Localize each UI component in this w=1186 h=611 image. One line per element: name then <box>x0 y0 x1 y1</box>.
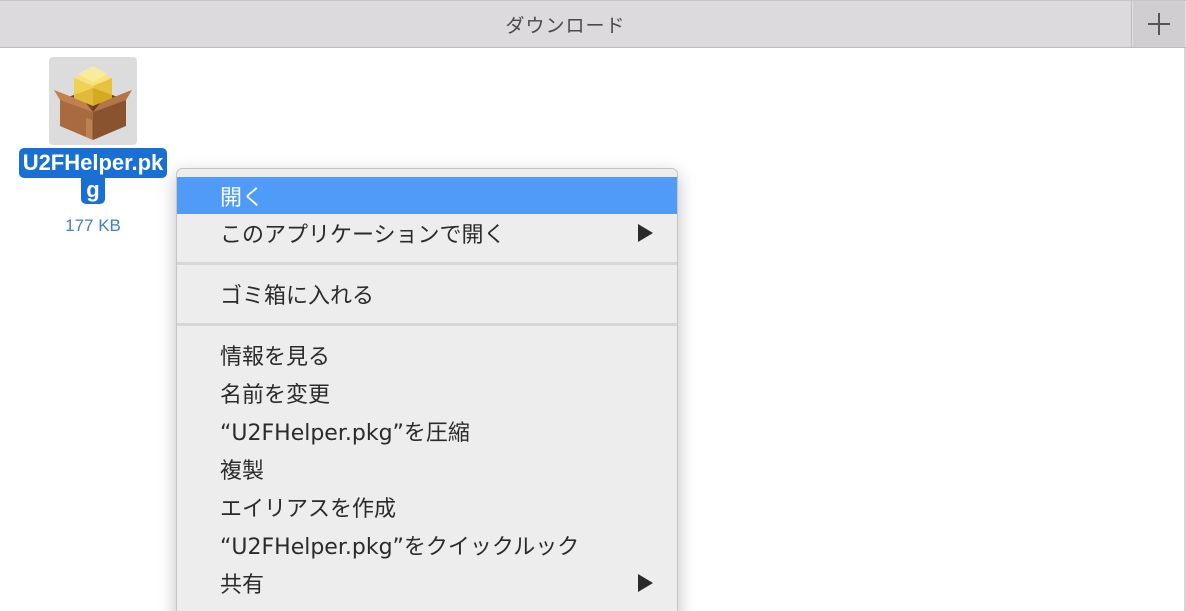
menu-separator <box>177 312 677 336</box>
menu-item-label: 共有 <box>220 573 265 598</box>
menu-item-label: このアプリケーションで開く <box>220 222 506 248</box>
menu-item-label: 名前を変更 <box>220 383 331 408</box>
file-name-line-2: g <box>81 176 105 204</box>
menu-item-label: “U2FHelper.pkg”を圧縮 <box>220 421 470 446</box>
submenu-arrow-icon <box>638 574 653 592</box>
context-menu: 開く このアプリケーションで開く ゴミ箱に入れる 情報を見る 名前を変更 “U2… <box>176 168 678 611</box>
menu-item-compress[interactable]: “U2FHelper.pkg”を圧縮 <box>177 412 677 450</box>
plus-icon <box>1148 13 1170 35</box>
submenu-arrow-icon <box>638 223 653 242</box>
tab-downloads[interactable]: ダウンロード <box>0 1 1132 47</box>
menu-item-move-to-trash[interactable]: ゴミ箱に入れる <box>177 275 677 312</box>
menu-item-get-info[interactable]: 情報を見る <box>177 336 677 374</box>
finder-window: ダウンロード U2FHelper.pk g 177 KB 開く このアプリケーシ… <box>0 0 1186 611</box>
menu-item-share[interactable]: 共有 <box>177 564 677 602</box>
menu-item-label: ゴミ箱に入れる <box>220 283 375 309</box>
file-icon-selection[interactable] <box>49 57 137 145</box>
menu-item-rename[interactable]: 名前を変更 <box>177 374 677 412</box>
menu-item-duplicate[interactable]: 複製 <box>177 450 677 488</box>
menu-item-label: エイリアスを作成 <box>220 497 397 522</box>
menu-item-open-with[interactable]: このアプリケーションで開く <box>177 214 677 251</box>
new-tab-button[interactable] <box>1133 1 1185 47</box>
menu-item-make-alias[interactable]: エイリアスを作成 <box>177 488 677 526</box>
menu-item-label: 開く <box>220 185 265 211</box>
file-name-line-1: U2FHelper.pk <box>18 148 168 178</box>
menu-item-label: “U2FHelper.pkg”をクイックルック <box>220 535 580 560</box>
package-icon <box>54 66 132 140</box>
tab-bar: ダウンロード <box>0 0 1186 48</box>
file-size: 177 KB <box>65 216 121 235</box>
tab-title: ダウンロード <box>505 14 626 37</box>
menu-item-label: 複製 <box>220 459 265 484</box>
menu-item-label: 情報を見る <box>220 345 331 370</box>
file-name-label[interactable]: U2FHelper.pk g <box>8 148 178 204</box>
menu-item-quick-look[interactable]: “U2FHelper.pkg”をクイックルック <box>177 526 677 564</box>
menu-item-open[interactable]: 開く <box>177 177 677 214</box>
menu-separator <box>177 251 677 275</box>
